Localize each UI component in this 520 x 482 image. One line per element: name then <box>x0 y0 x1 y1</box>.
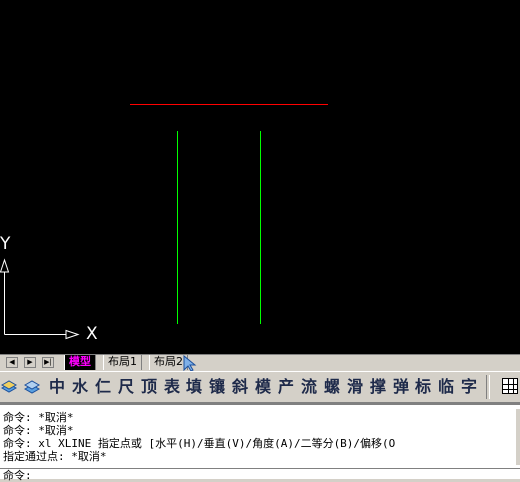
toolbar-button-15[interactable]: 撑 <box>367 376 389 398</box>
command-window[interactable]: 命令: *取消* 命令: *取消* 命令: xl XLINE 指定点或 [水平(… <box>0 403 520 482</box>
toolbar-button-17[interactable]: 标 <box>412 376 434 398</box>
table-icon[interactable] <box>502 378 518 394</box>
toolbar-button-6[interactable]: 表 <box>161 376 183 398</box>
ucs-icon <box>0 258 80 340</box>
toolbar-button-19[interactable]: 字 <box>458 376 480 398</box>
toolbar-button-14[interactable]: 滑 <box>344 376 366 398</box>
command-history-line: 命令: xl XLINE 指定点或 [水平(H)/垂直(V)/角度(A)/二等分… <box>3 437 396 450</box>
command-history-line: 指定通过点: *取消* <box>3 450 107 463</box>
toolbar-button-3[interactable]: 仁 <box>92 376 114 398</box>
toolbar-button-4[interactable]: 尺 <box>115 376 137 398</box>
toolbar-button-7[interactable]: 填 <box>183 376 205 398</box>
command-history: 命令: *取消* 命令: *取消* 命令: xl XLINE 指定点或 [水平(… <box>0 411 520 467</box>
command-input[interactable]: 命令: <box>0 468 520 482</box>
toolbar-separator <box>486 375 490 399</box>
toolbar-button-9[interactable]: 斜 <box>229 376 251 398</box>
tab-nav-last-icon[interactable]: ▶| <box>42 357 54 368</box>
layers-icon[interactable] <box>0 378 18 396</box>
tab-nav-next-icon[interactable]: ▶ <box>24 357 36 368</box>
tab-nav-prev-icon[interactable]: ◀ <box>6 357 18 368</box>
toolbar-button-13[interactable]: 螺 <box>321 376 343 398</box>
command-history-line: 命令: *取消* <box>3 411 74 424</box>
toolbar-button-16[interactable]: 弹 <box>390 376 412 398</box>
ucs-y-label: Y <box>0 234 11 254</box>
toolbar-button-11[interactable]: 产 <box>275 376 297 398</box>
layout-tab-bar: ◀ ▶ ▶| 模型 布局1 布局2 <box>0 354 520 371</box>
toolbar-button-10[interactable]: 模 <box>252 376 274 398</box>
cursor-pointer-icon <box>183 355 197 371</box>
tab-model[interactable]: 模型 <box>64 355 96 370</box>
ucs-x-label: X <box>86 324 98 344</box>
toolbar-button-5[interactable]: 顶 <box>138 376 160 398</box>
toolbar-button-18[interactable]: 临 <box>435 376 457 398</box>
drawing-svg <box>0 104 328 340</box>
command-history-line: 命令: *取消* <box>3 424 74 437</box>
tab-layout1[interactable]: 布局1 <box>103 355 142 370</box>
custom-toolbar: 中水仁尺顶表填镶斜模产流螺滑撑弹标临字 <box>0 371 520 403</box>
layer-state-icon[interactable] <box>23 378 41 396</box>
toolbar-button-1[interactable]: 中 <box>46 376 68 398</box>
toolbar-button-12[interactable]: 流 <box>298 376 320 398</box>
toolbar-button-8[interactable]: 镶 <box>206 376 228 398</box>
command-scrollbar[interactable] <box>516 409 520 465</box>
drawing-canvas[interactable]: Y X <box>0 0 520 354</box>
toolbar-button-2[interactable]: 水 <box>69 376 91 398</box>
